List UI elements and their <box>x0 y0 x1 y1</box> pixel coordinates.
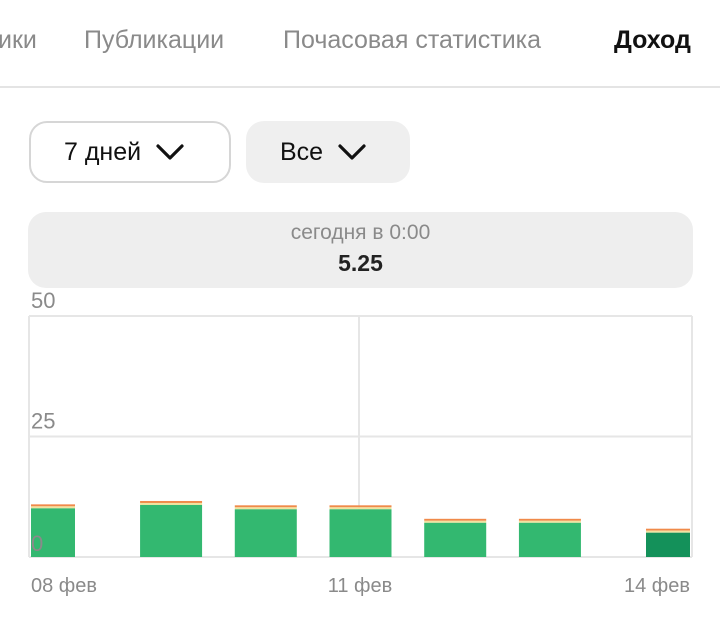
tooltip-value: 5.25 <box>338 250 383 276</box>
y-tick-label: 25 <box>31 409 55 434</box>
income-chart[interactable]: 0 25 50 08 фев 11 фев 14 фев <box>0 285 720 605</box>
bar-cap <box>140 500 203 503</box>
bar-cap <box>424 518 487 521</box>
tab-income[interactable]: Доход <box>614 26 691 55</box>
bar-cap <box>31 504 75 507</box>
bar-cap <box>31 506 75 509</box>
bar-cap <box>424 520 487 523</box>
bar-cap <box>518 518 581 521</box>
bar-cap <box>329 507 392 510</box>
period-dropdown-label: 7 дней <box>64 137 142 166</box>
y-tick-label: 0 <box>31 531 43 556</box>
x-tick-label: 14 фев <box>624 575 690 597</box>
x-tick-label: 08 фев <box>31 575 97 597</box>
bar-cap <box>234 505 297 508</box>
chart-tooltip: сегодня в 0:00 5.25 <box>28 212 693 288</box>
tooltip-time: сегодня в 0:00 <box>290 221 431 244</box>
period-dropdown[interactable]: 7 дней <box>29 121 231 183</box>
tab-metrics[interactable]: ики <box>0 26 37 55</box>
tab-publications[interactable]: Публикации <box>84 26 224 55</box>
bar-cap <box>646 528 690 531</box>
scope-dropdown[interactable]: Все <box>246 121 410 183</box>
bar <box>140 504 203 557</box>
scope-dropdown-label: Все <box>280 137 324 166</box>
tab-bar: ики Публикации Почасовая статистика Дохо… <box>0 0 720 88</box>
bar-cap <box>234 507 297 510</box>
bar <box>646 532 690 557</box>
y-tick-label: 50 <box>31 288 55 313</box>
bar-cap <box>518 520 581 523</box>
bar <box>234 509 297 557</box>
bar-cap <box>646 530 690 533</box>
bar <box>424 522 487 557</box>
bar <box>329 509 392 557</box>
bar-cap <box>140 502 203 505</box>
chevron-down-icon <box>337 142 367 162</box>
chevron-down-icon <box>155 142 185 162</box>
x-tick-label: 11 фев <box>328 575 393 597</box>
tab-hourly-stats[interactable]: Почасовая статистика <box>283 26 541 55</box>
bar <box>518 522 581 557</box>
income-chart-svg: 0 25 50 08 фев 11 фев 14 фев <box>28 288 693 597</box>
bar-cap <box>329 505 392 508</box>
